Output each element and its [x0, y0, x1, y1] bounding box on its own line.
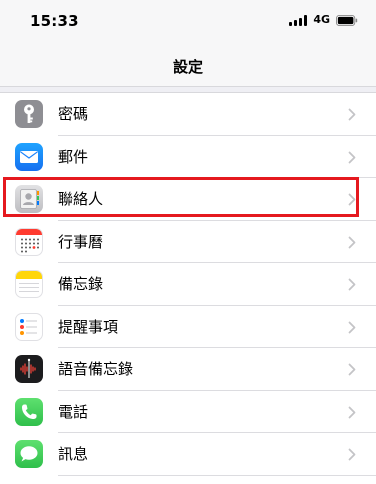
messages-icon — [15, 440, 43, 468]
chevron-right-icon — [348, 406, 356, 418]
page-title: 設定 — [172, 58, 203, 76]
phone-icon — [15, 397, 43, 426]
settings-item-calendar[interactable]: 行事曆 — [0, 221, 376, 263]
contacts-icon — [15, 185, 43, 213]
cellular-signal-icon — [289, 14, 308, 26]
voice-memos-icon — [15, 355, 43, 383]
status-bar: 15:33 4G — [0, 0, 376, 44]
mail-icon — [15, 142, 43, 171]
chevron-right-icon — [348, 236, 356, 248]
settings-item-voice-memos[interactable]: 語音備忘錄 — [0, 348, 376, 391]
settings-item-label: 語音備忘錄 — [58, 360, 134, 378]
settings-item-phone[interactable]: 電話 — [0, 391, 376, 433]
calendar-icon — [15, 227, 43, 256]
chevron-right-icon — [348, 108, 356, 121]
settings-item-label: 備忘錄 — [58, 275, 104, 293]
chevron-right-icon — [348, 448, 356, 461]
chevron-right-icon — [348, 278, 356, 291]
chevron-right-icon — [348, 363, 356, 376]
settings-item-passwords[interactable]: 密碼 — [0, 93, 376, 136]
settings-item-mail[interactable]: 郵件 — [0, 136, 376, 178]
settings-item-label: 提醒事項 — [58, 317, 119, 336]
settings-item-label: 密碼 — [58, 105, 89, 123]
section-separator — [0, 86, 376, 93]
navigation-bar: 設定 — [0, 44, 376, 86]
settings-item-contacts[interactable]: 聯絡人 — [0, 178, 376, 221]
chevron-right-icon — [348, 193, 356, 206]
settings-item-messages[interactable]: 訊息 — [0, 433, 376, 476]
settings-item-label: 電話 — [58, 402, 89, 421]
settings-item-label: 行事曆 — [58, 232, 104, 251]
battery-icon — [336, 14, 358, 26]
network-type: 4G — [313, 13, 330, 26]
chevron-right-icon — [348, 151, 356, 163]
chevron-right-icon — [348, 321, 356, 333]
row-divider — [58, 474, 376, 476]
notes-icon — [15, 270, 43, 298]
reminders-icon — [15, 312, 43, 341]
settings-item-reminders[interactable]: 提醒事項 — [0, 306, 376, 348]
settings-item-notes[interactable]: 備忘錄 — [0, 263, 376, 306]
settings-item-label: 郵件 — [58, 147, 89, 166]
key-icon — [15, 100, 43, 128]
settings-item-label: 聯絡人 — [58, 190, 104, 208]
status-time: 15:33 — [30, 12, 79, 30]
settings-item-label: 訊息 — [58, 445, 89, 463]
status-indicators: 4G — [289, 14, 358, 26]
settings-list: 密碼 郵件 聯絡人 行事曆 備忘錄 提醒事項 語音備忘錄 電話 訊息 — [0, 93, 376, 476]
